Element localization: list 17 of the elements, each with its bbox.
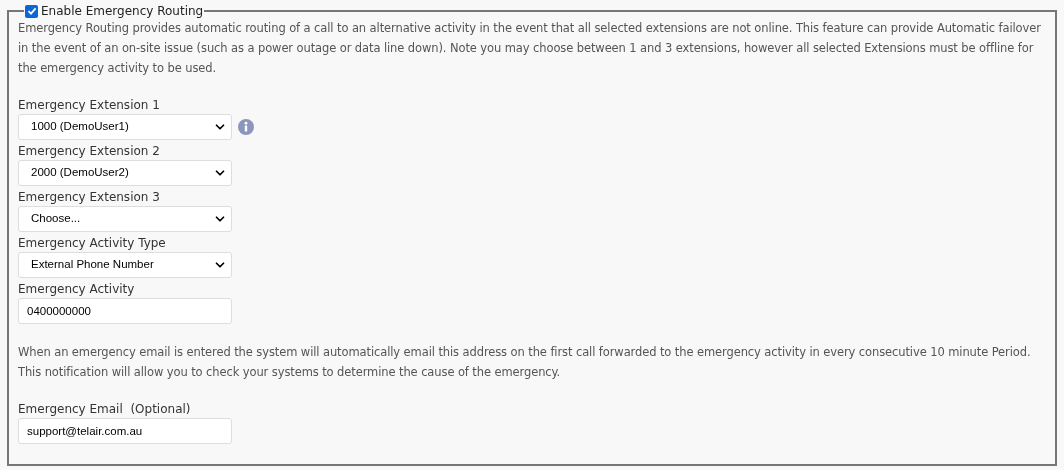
dropdown[interactable]: 2000 (DemoUser2) xyxy=(18,160,232,186)
field-label: Emergency Extension 1 xyxy=(18,97,161,114)
checkbox-label: Enable Emergency Routing xyxy=(41,3,204,20)
field-label: Emergency Extension 3 xyxy=(18,189,161,206)
description-text: Emergency Routing provides automatic routing of a call to an alternative activity in the event that all selected extensions are not online. This feature can provide Automatic failover in the event of an on-site issue (such as a power outage or data line down). Note you may choose between 1 and 3 extensions, however all selected Extensions must be offline for the emergency activity to be used. xyxy=(18,20,1042,77)
field-label: Emergency Activity xyxy=(18,281,136,298)
field-label: Emergency Email (Optional) xyxy=(18,401,192,418)
email-note-text: When an emergency email is entered the system will automatically email this address on the first call forwarded to the emergency activity in every consecutive 10 minute Period. This notification will allow you to check your systems to determine the cause of the emergency. xyxy=(18,344,1032,381)
field-label: Emergency Activity Type xyxy=(18,235,167,252)
input-field[interactable]: 0400000000 xyxy=(18,298,232,324)
checkmark-icon xyxy=(26,6,37,16)
field-label: Emergency Extension 2 xyxy=(18,143,161,160)
dropdown[interactable]: 1000 (DemoUser1) xyxy=(18,114,232,140)
checkbox[interactable] xyxy=(25,4,38,18)
input-field[interactable]: support@telair.com.au xyxy=(18,418,232,444)
dropdown[interactable]: Choose... xyxy=(18,206,232,232)
dropdown[interactable]: External Phone Number xyxy=(18,252,232,278)
